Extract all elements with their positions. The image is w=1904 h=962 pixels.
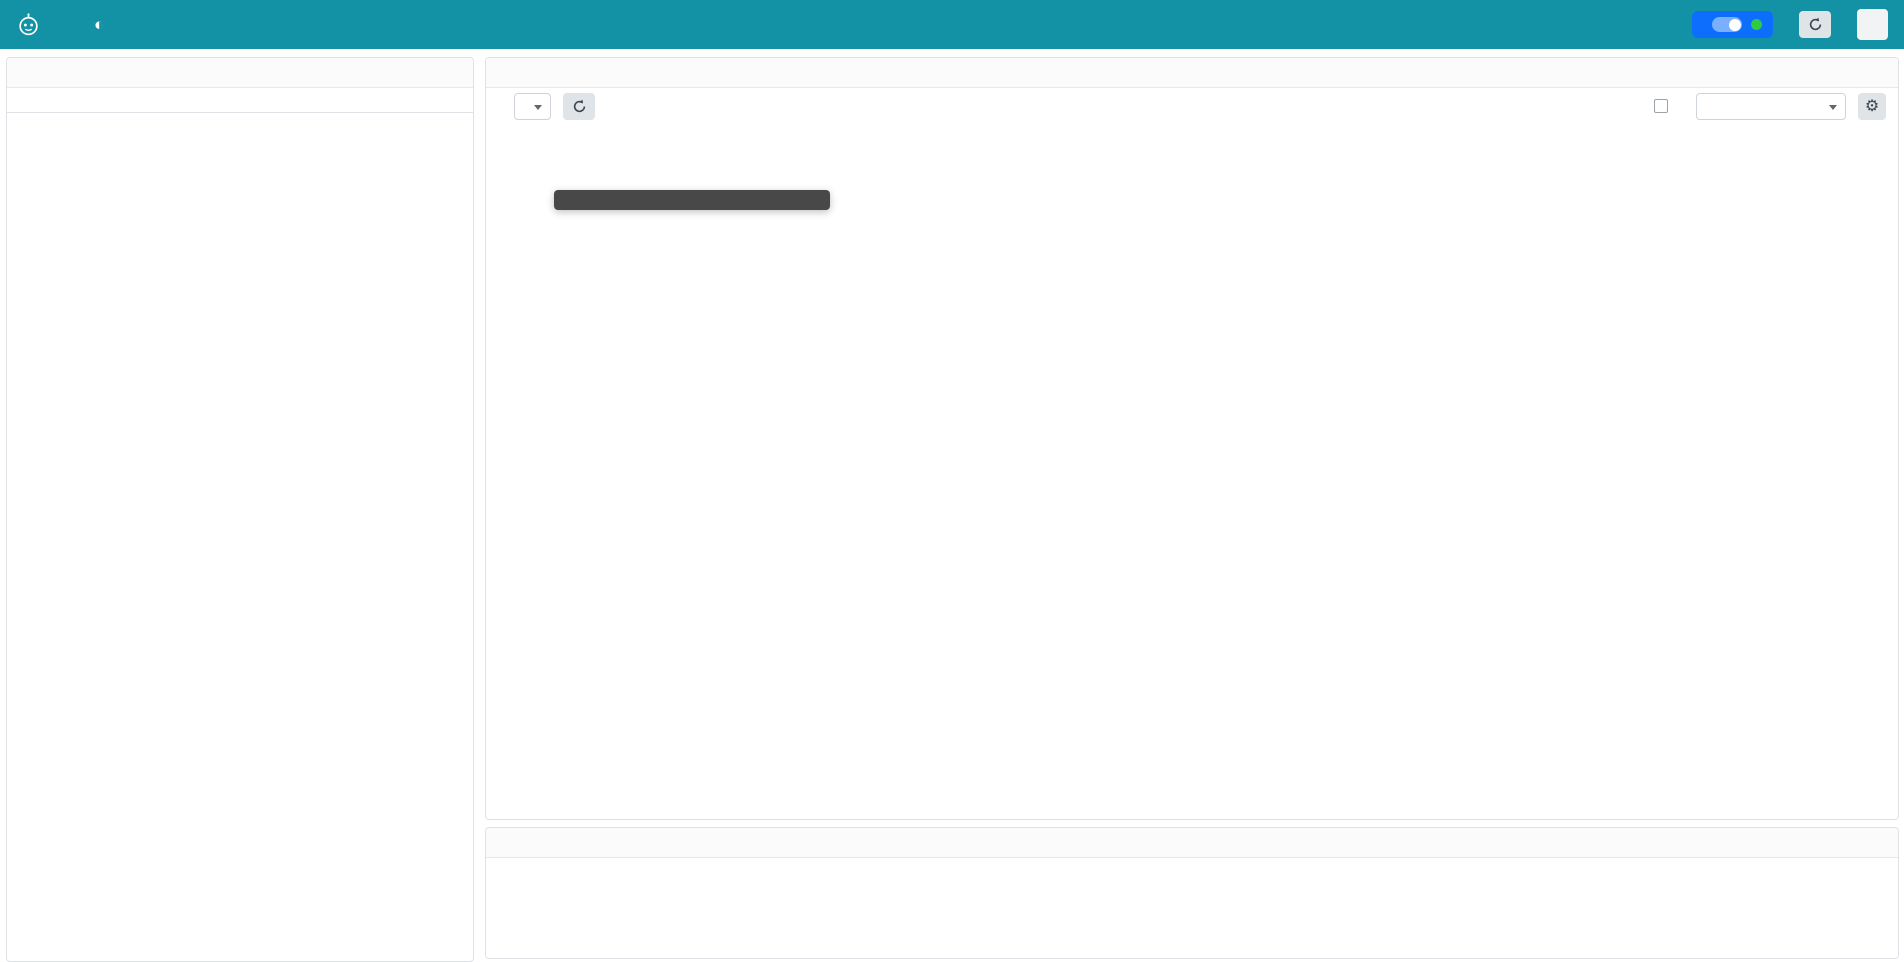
multi-pane-panel	[6, 57, 474, 962]
open-trades-empty-text	[486, 872, 1898, 885]
multi-pane-title	[7, 58, 473, 88]
chart-settings-button[interactable]: ⚙	[1858, 93, 1886, 120]
chart-refresh-button[interactable]	[563, 93, 595, 120]
chart-tooltip	[554, 190, 830, 210]
chart-panel-title	[486, 58, 1898, 88]
open-trades-columns	[486, 858, 1898, 872]
refresh-icon	[1808, 17, 1823, 32]
refresh-all-button[interactable]	[1799, 11, 1831, 38]
chart-container	[486, 124, 1899, 820]
open-trades-title	[486, 828, 1898, 858]
navbar-right	[1692, 9, 1888, 40]
chart-panel: ⚙	[485, 57, 1899, 820]
chart-toolbar: ⚙	[486, 88, 1898, 124]
pair-select[interactable]	[514, 93, 551, 120]
left-panel-tabs	[7, 108, 473, 113]
bot-toggle-switch[interactable]	[1712, 17, 1742, 32]
theme-toggle-icon[interactable]: ◐	[94, 15, 104, 35]
navbar: ◐	[0, 0, 1904, 49]
chart-canvas[interactable]	[486, 124, 1899, 820]
open-trades-panel	[485, 827, 1899, 959]
plot-config-select[interactable]	[1696, 93, 1846, 120]
bot-online-indicator	[1751, 19, 1762, 30]
refresh-icon	[572, 99, 587, 114]
gear-icon: ⚙	[1865, 96, 1879, 116]
robot-logo-icon	[16, 12, 41, 37]
bot-selector[interactable]	[1692, 11, 1773, 38]
user-avatar[interactable]	[1857, 9, 1888, 40]
brand	[16, 12, 50, 37]
heikin-ashi-checkbox[interactable]	[1654, 99, 1668, 113]
